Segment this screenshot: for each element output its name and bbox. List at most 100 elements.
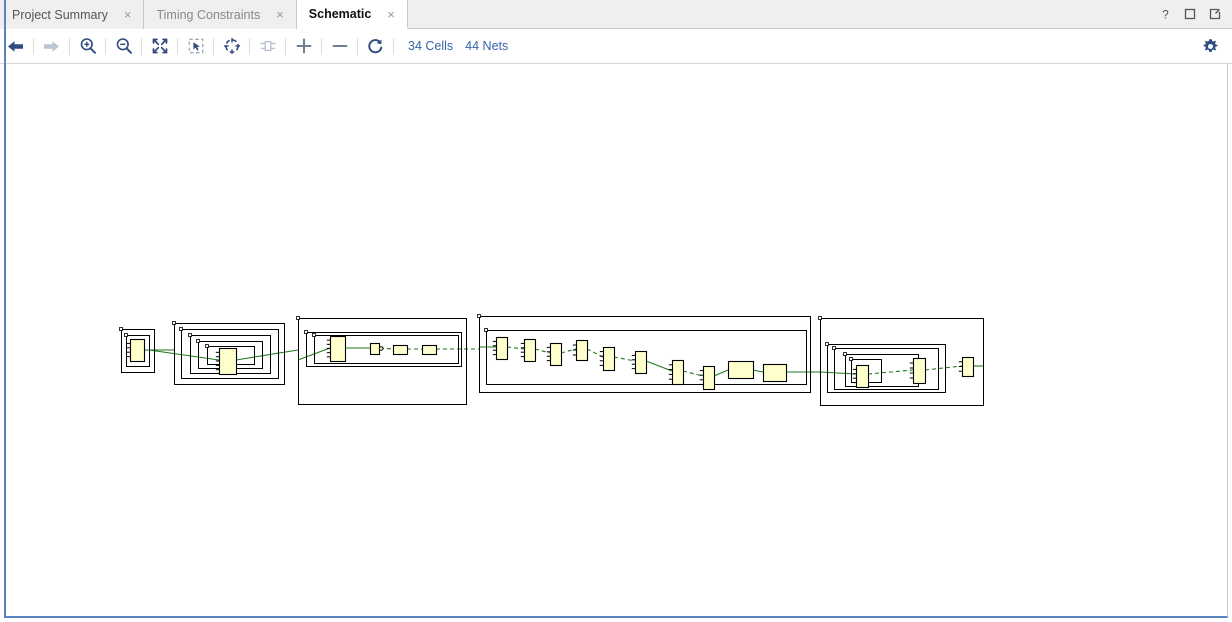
svg-text:?: ?	[1162, 8, 1169, 21]
cell-6[interactable]	[421, 344, 438, 356]
cell-11[interactable]	[599, 346, 616, 372]
cell-15[interactable]	[727, 360, 755, 380]
group-2-outer-handle	[172, 321, 176, 325]
cell-12-body[interactable]	[634, 350, 648, 375]
cell-3[interactable]	[326, 335, 347, 363]
tab-bar: Project Summary × Timing Constraints × S…	[0, 0, 1232, 29]
cell-7[interactable]	[492, 336, 509, 361]
tab-close-icon[interactable]: ×	[122, 8, 134, 21]
net-g4-8[interactable]	[713, 369, 729, 377]
cell-19-body[interactable]	[961, 356, 975, 378]
cell-16-body[interactable]	[762, 363, 788, 383]
cell-7-body[interactable]	[495, 336, 509, 361]
schematic-canvas[interactable]	[4, 64, 1228, 618]
net-g4-9[interactable]	[752, 369, 764, 373]
cell-6-body[interactable]	[421, 344, 438, 356]
zoom-fit-icon[interactable]	[145, 32, 174, 61]
nets-count-label[interactable]: 44 Nets	[465, 39, 508, 53]
toolbar-separator	[393, 37, 394, 55]
toolbar-separator	[69, 37, 70, 55]
cell-10-body[interactable]	[575, 339, 589, 362]
cell-4-body[interactable]	[369, 342, 381, 356]
cell-1[interactable]	[126, 338, 146, 363]
autofit-selection-icon[interactable]	[217, 32, 246, 61]
forward-arrow-icon[interactable]	[37, 32, 66, 61]
expand-cell-icon[interactable]	[253, 32, 282, 61]
cell-17-body[interactable]	[855, 364, 870, 389]
tab-timing-constraints[interactable]: Timing Constraints ×	[144, 0, 297, 29]
group-4-outer-handle	[477, 314, 481, 318]
remove-cells-icon[interactable]	[325, 32, 354, 61]
net-g4-6[interactable]	[645, 360, 673, 372]
cell-2[interactable]	[215, 347, 238, 376]
add-cells-icon[interactable]	[289, 32, 318, 61]
group-3-mid-handle	[304, 330, 308, 334]
float-window-icon[interactable]	[1208, 7, 1222, 21]
window-controls: ?	[1152, 0, 1232, 28]
tab-label: Schematic	[308, 7, 372, 21]
net-g5-1[interactable]	[867, 369, 914, 375]
group-3-outer[interactable]	[298, 318, 467, 405]
cell-8-body[interactable]	[523, 338, 537, 363]
maximize-icon[interactable]	[1183, 7, 1197, 21]
schematic-toolbar: 34 Cells 44 Nets	[0, 29, 1232, 64]
cell-13-body[interactable]	[671, 359, 685, 386]
cell-4-bubble	[378, 346, 384, 351]
cells-count-label[interactable]: 34 Cells	[408, 39, 453, 53]
cell-14-body[interactable]	[702, 365, 716, 391]
cell-16[interactable]	[762, 363, 788, 383]
cell-18[interactable]	[909, 357, 927, 385]
regenerate-icon[interactable]	[361, 32, 390, 61]
net-main-a[interactable]	[148, 349, 220, 361]
cell-9-body[interactable]	[549, 342, 563, 367]
toolbar-separator	[357, 37, 358, 55]
cell-1-body[interactable]	[129, 338, 146, 363]
cell-19[interactable]	[958, 356, 975, 378]
cell-17[interactable]	[852, 364, 870, 389]
group-2-mid3-handle	[196, 339, 200, 343]
group-1-outer-handle	[119, 327, 123, 331]
schematic-drawing	[119, 314, 984, 406]
cell-3-body[interactable]	[329, 335, 347, 363]
net-g4-2[interactable]	[534, 348, 551, 354]
cell-9[interactable]	[546, 342, 563, 367]
group-5-inner-handle	[849, 357, 853, 361]
settings-gear-icon[interactable]	[1194, 32, 1226, 61]
net-g4-5[interactable]	[613, 356, 636, 362]
cell-13[interactable]	[668, 359, 685, 386]
toolbar-separator	[105, 37, 106, 55]
toolbar-separator	[141, 37, 142, 55]
cell-10[interactable]	[572, 339, 589, 362]
schematic-viewport	[6, 64, 1227, 616]
cell-5-body[interactable]	[392, 344, 409, 356]
zoom-in-icon[interactable]	[73, 32, 102, 61]
net-g5-2[interactable]	[924, 365, 963, 371]
zoom-out-icon[interactable]	[109, 32, 138, 61]
tab-schematic[interactable]: Schematic ×	[296, 0, 408, 29]
cell-14[interactable]	[699, 365, 716, 391]
cell-12[interactable]	[631, 350, 648, 375]
toolbar-separator	[285, 37, 286, 55]
tab-project-summary[interactable]: Project Summary ×	[0, 0, 145, 29]
cell-15-body[interactable]	[727, 360, 755, 380]
cell-11-body[interactable]	[602, 346, 616, 372]
tab-label: Timing Constraints	[156, 7, 261, 22]
help-icon[interactable]: ?	[1158, 7, 1172, 21]
group-4-inner-handle	[484, 328, 488, 332]
tab-close-icon[interactable]: ×	[274, 8, 286, 21]
net-g1-g2[interactable]	[235, 349, 299, 361]
group-5-mid3-handle	[843, 352, 847, 356]
cell-8[interactable]	[520, 338, 537, 363]
cell-4[interactable]	[369, 342, 384, 356]
toolbar-separator	[177, 37, 178, 55]
zoom-area-icon[interactable]	[181, 32, 210, 61]
tab-close-icon[interactable]: ×	[385, 8, 397, 21]
cell-18-body[interactable]	[912, 357, 927, 385]
group-1-inner-handle	[124, 333, 128, 337]
cell-5[interactable]	[392, 344, 409, 356]
cell-2-body[interactable]	[218, 347, 238, 376]
toolbar-separator	[321, 37, 322, 55]
net-g5-in[interactable]	[819, 371, 857, 375]
tab-label: Project Summary	[12, 7, 108, 22]
tab-bar-spacer	[408, 0, 1152, 28]
